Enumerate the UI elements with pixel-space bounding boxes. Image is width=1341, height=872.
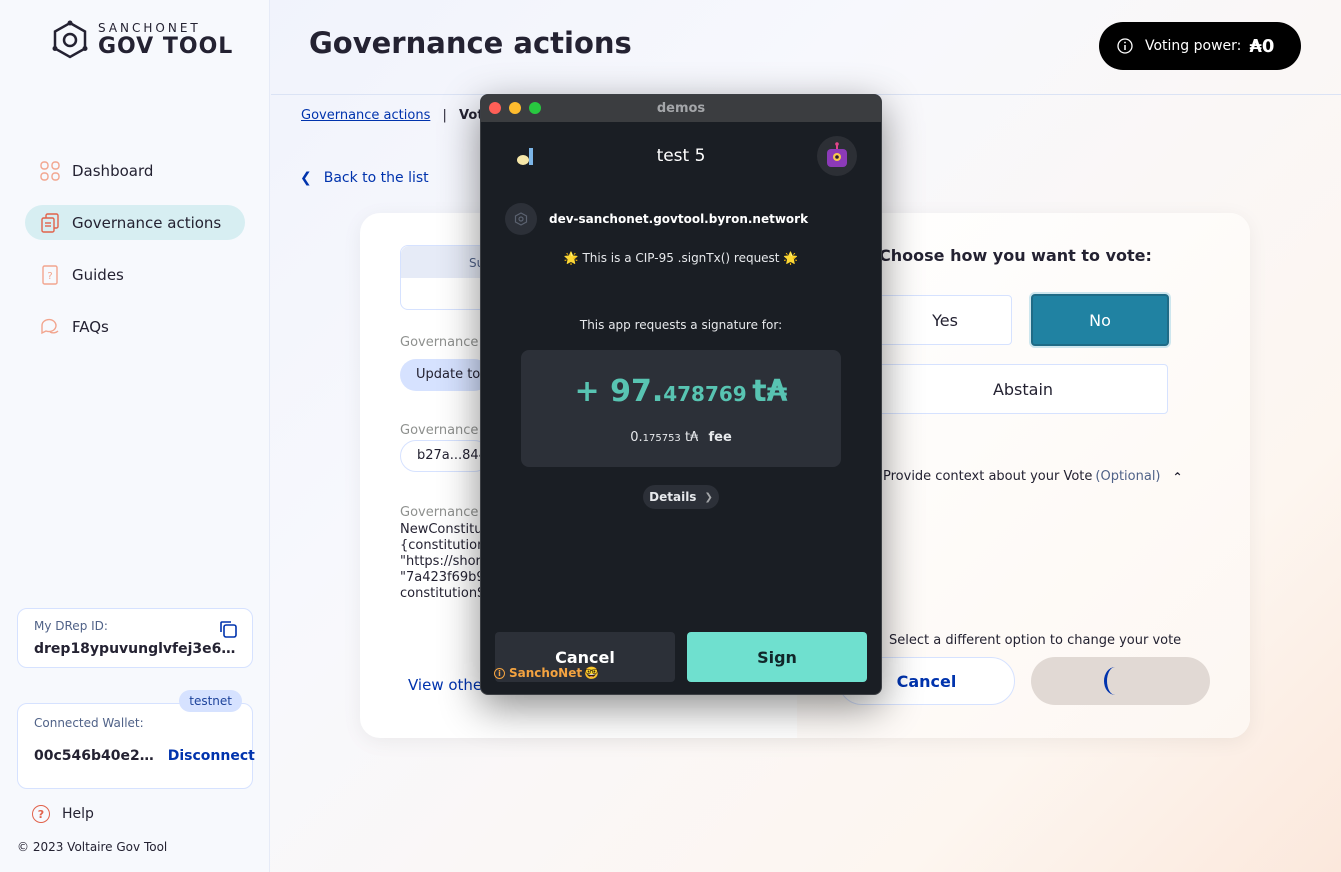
site-url: dev-sanchonet.govtool.byron.network xyxy=(549,212,809,226)
help-link[interactable]: ? Help xyxy=(32,805,94,823)
sidebar-item-label: Governance actions xyxy=(72,213,222,232)
vote-submit-button-loading[interactable] xyxy=(1031,657,1210,705)
network-name: SanchoNet xyxy=(509,666,583,680)
voting-power-label: Voting power: xyxy=(1145,38,1242,54)
amount-decimals: 478769 xyxy=(663,382,747,406)
logo-top-text: SANCHONET xyxy=(98,21,201,35)
account-avatar[interactable] xyxy=(817,136,857,176)
back-to-list-link[interactable]: ❮ Back to the list xyxy=(300,170,429,186)
copy-icon[interactable] xyxy=(218,619,238,639)
network-emoji-icon: 🤓 xyxy=(584,666,600,680)
sidebar-item-governance-actions[interactable]: Governance actions xyxy=(25,205,245,240)
details-line: constitutionSc xyxy=(400,586,485,601)
amount-integer: + 97. xyxy=(574,374,664,409)
governance-action-type-label: Governance A xyxy=(400,335,492,350)
sign-button[interactable]: Sign xyxy=(687,632,867,682)
window-maximize-icon[interactable] xyxy=(529,102,541,114)
governance-action-type-pill: Update to t xyxy=(400,359,490,391)
view-other-link[interactable]: View other xyxy=(408,676,488,694)
amount-unit: t₳ xyxy=(752,374,788,409)
breadcrumb-root-link[interactable]: Governance actions xyxy=(301,108,430,123)
fee-label: fee xyxy=(708,430,732,445)
disconnect-button[interactable]: Disconnect xyxy=(168,748,255,764)
voting-power-value: ₳0 xyxy=(1249,35,1275,57)
transaction-amount: + 97.478769 t₳ xyxy=(521,374,841,409)
sidebar-item-faqs[interactable]: FAQs xyxy=(25,309,245,344)
faq-chat-icon xyxy=(40,317,60,337)
documents-icon xyxy=(40,212,60,233)
window-titlebar: demos xyxy=(481,95,881,122)
chevron-right-icon: ❯ xyxy=(704,491,713,503)
wallet-sign-popup: demos test 5 dev-sanchonet.govtool.byron… xyxy=(480,94,882,695)
site-favicon-icon xyxy=(505,203,537,235)
wallet-header: test 5 xyxy=(481,122,881,190)
details-label: Details xyxy=(649,490,697,504)
top-bar: Governance actions Voting power: ₳0 xyxy=(271,0,1341,95)
transaction-fee: 0.175753 t₳ fee xyxy=(521,430,841,445)
window-close-icon[interactable] xyxy=(489,102,501,114)
guide-icon: ? xyxy=(40,264,60,285)
window-minimize-icon[interactable] xyxy=(509,102,521,114)
window-title: demos xyxy=(656,101,706,116)
governance-action-id-label: Governance A xyxy=(400,423,492,438)
amount-box: + 97.478769 t₳ 0.175753 t₳ fee xyxy=(521,350,841,467)
fee-unit: t₳ xyxy=(684,430,699,445)
vote-no-button[interactable]: No xyxy=(1031,294,1169,346)
sidebar: SANCHONET GOV TOOL Dashboard Governance … xyxy=(0,0,270,872)
drep-id-card: My DRep ID: drep18ypuvunglvfej3e6vw0… xyxy=(17,608,253,668)
page-title: Governance actions xyxy=(309,26,632,60)
fee-decimals: 175753 xyxy=(642,433,681,444)
sidebar-item-label: Guides xyxy=(72,265,124,284)
vote-context-toggle[interactable]: Provide context about your Vote (Optiona… xyxy=(883,469,1183,484)
sidebar-item-label: Dashboard xyxy=(72,161,154,180)
sidebar-nav: Dashboard Governance actions ? Guides FA… xyxy=(25,153,245,361)
breadcrumb: Governance actions | Vote o xyxy=(301,108,506,123)
sidebar-item-dashboard[interactable]: Dashboard xyxy=(25,153,245,188)
governance-action-id-pill[interactable]: b27a...8448 xyxy=(400,440,490,472)
help-icon: ? xyxy=(32,805,50,823)
vote-title: Choose how you want to vote: xyxy=(879,246,1152,265)
vote-yes-button[interactable]: Yes xyxy=(878,295,1012,345)
connected-wallet-card: testnet Connected Wallet: 00c546b40e2… D… xyxy=(17,690,255,789)
logo[interactable]: SANCHONET GOV TOOL xyxy=(50,20,233,60)
back-label: Back to the list xyxy=(323,170,429,186)
network-badge: testnet xyxy=(179,690,242,712)
sidebar-item-guides[interactable]: ? Guides xyxy=(25,257,245,292)
details-line: "7a423f69b94 xyxy=(400,570,485,585)
drep-id-value: drep18ypuvunglvfej3e6vw0… xyxy=(34,641,239,657)
logo-bottom-text: GOV TOOL xyxy=(98,34,234,59)
request-type-text: 🌟 This is a CIP-95 .signTx() request 🌟 xyxy=(563,251,799,265)
svg-text:?: ? xyxy=(47,271,52,282)
govtool-logo-icon xyxy=(52,20,88,59)
details-button[interactable]: Details ❯ xyxy=(643,485,719,509)
drep-id-label: My DRep ID: xyxy=(34,619,108,633)
info-icon xyxy=(1117,38,1133,54)
wallet-label: Connected Wallet: xyxy=(34,716,144,730)
change-vote-hint: Select a different option to change your… xyxy=(889,633,1182,648)
chevron-up-icon: ⌃ xyxy=(1172,469,1183,484)
context-label: Provide context about your Vote xyxy=(883,469,1093,484)
requesting-site: dev-sanchonet.govtool.byron.network xyxy=(505,203,808,235)
voting-power-badge[interactable]: Voting power: ₳0 xyxy=(1099,22,1301,70)
details-line: NewConstitut xyxy=(400,522,485,537)
help-label: Help xyxy=(62,806,94,822)
breadcrumb-separator: | xyxy=(442,108,447,123)
fee-integer: 0. xyxy=(630,430,643,445)
info-icon: i xyxy=(494,667,505,679)
signature-request-text: This app requests a signature for: xyxy=(579,318,783,332)
dashboard-icon xyxy=(40,160,60,181)
loading-spinner-icon xyxy=(1103,667,1126,695)
vote-abstain-button[interactable]: Abstain xyxy=(878,364,1168,414)
details-line: "https://short xyxy=(400,554,485,569)
governance-details-text: NewConstitut {constitutionA "https://sho… xyxy=(400,522,485,602)
sidebar-item-label: FAQs xyxy=(72,317,109,336)
wallet-address: 00c546b40e2… xyxy=(34,748,154,764)
chevron-left-icon: ❮ xyxy=(300,170,312,186)
governance-details-label: Governance D xyxy=(400,505,493,520)
context-optional-label: (Optional) xyxy=(1095,469,1161,484)
details-line: {constitutionA xyxy=(400,538,485,553)
copyright: © 2023 Voltaire Gov Tool xyxy=(17,840,168,854)
network-label: i SanchoNet 🤓 xyxy=(494,666,599,680)
robot-avatar-icon xyxy=(827,142,847,167)
